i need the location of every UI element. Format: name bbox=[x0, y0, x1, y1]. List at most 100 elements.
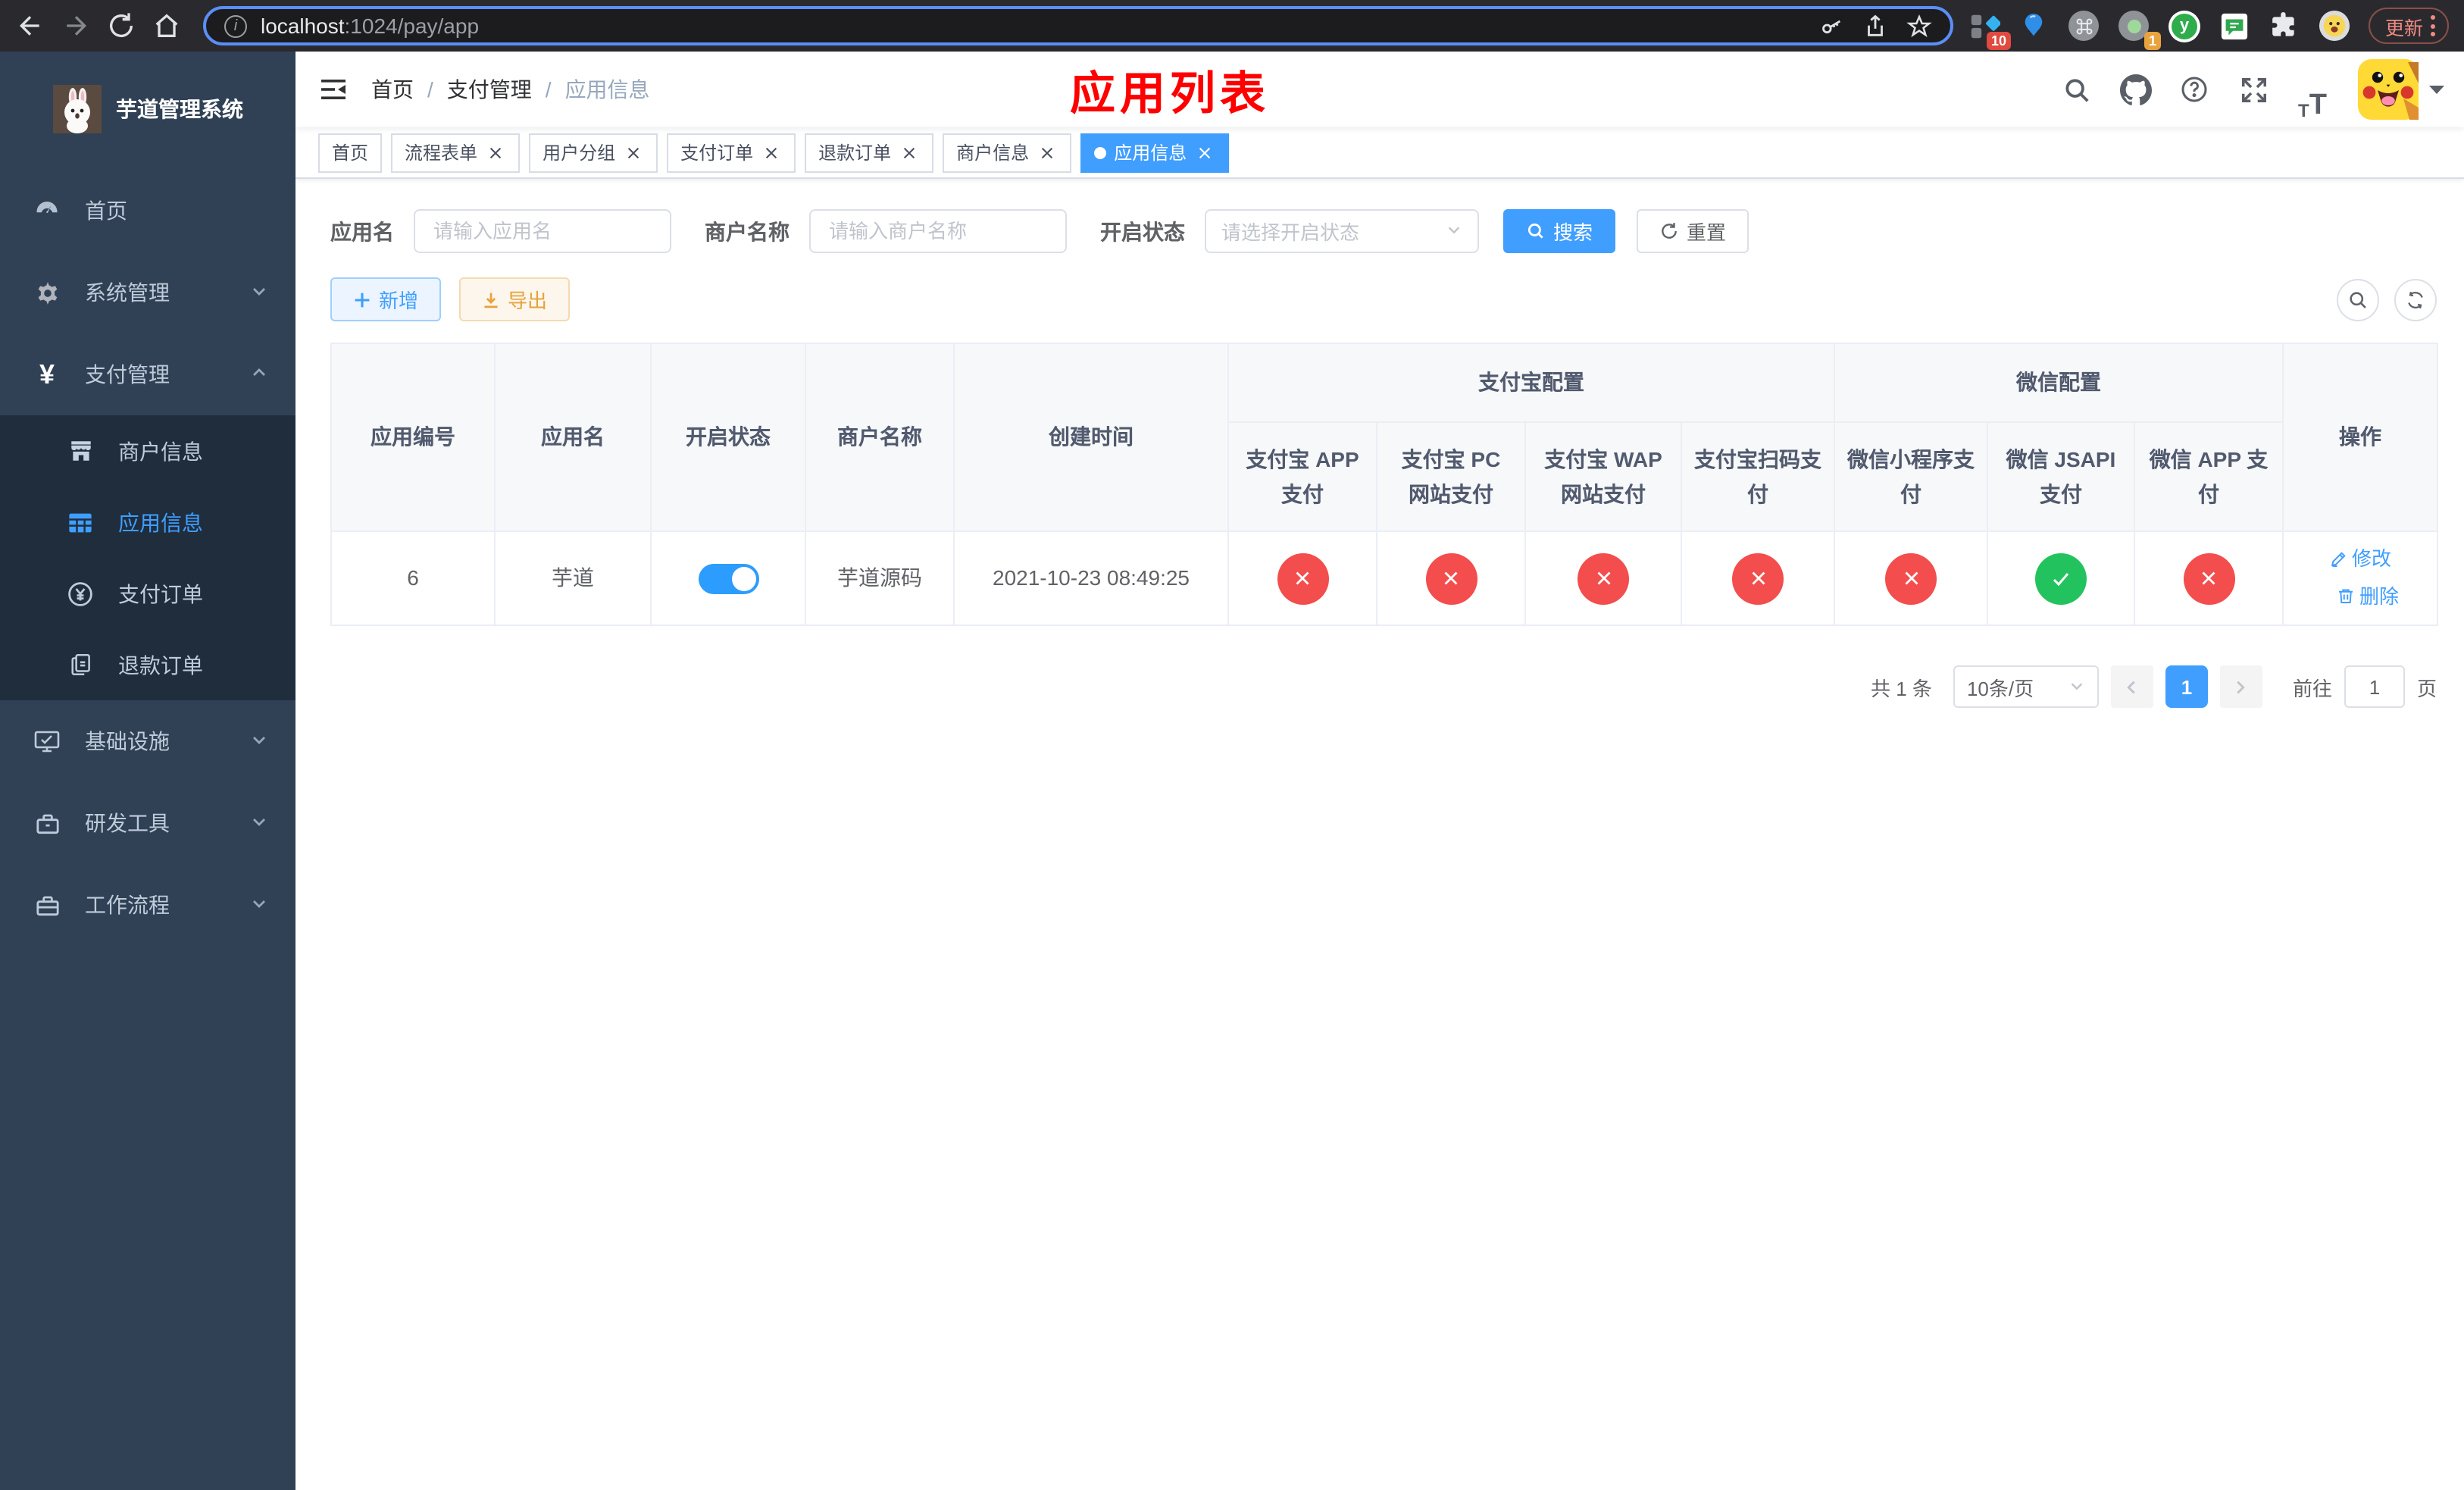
reset-button[interactable]: 重置 bbox=[1637, 209, 1750, 253]
sidebar-item-system[interactable]: 系统管理 bbox=[0, 252, 295, 333]
col-header-wechat-mini: 微信小程序支付 bbox=[1834, 421, 1988, 532]
dashboard-icon bbox=[30, 197, 64, 224]
tag-refund-orders[interactable]: 退款订单 bbox=[805, 133, 934, 172]
close-icon[interactable] bbox=[761, 142, 782, 163]
col-header-wechat-jsapi: 微信 JSAPI 支付 bbox=[1987, 421, 2135, 532]
home-icon[interactable] bbox=[152, 11, 182, 41]
close-icon[interactable] bbox=[899, 142, 920, 163]
monitor-icon bbox=[30, 728, 64, 755]
extension-y-logo-icon[interactable]: y bbox=[2168, 10, 2200, 42]
tag-home[interactable]: 首页 bbox=[318, 133, 383, 172]
tag-user-group[interactable]: 用户分组 bbox=[529, 133, 658, 172]
channel-status-icon bbox=[1277, 552, 1328, 604]
close-icon[interactable] bbox=[623, 142, 644, 163]
sidebar-item-home[interactable]: 首页 bbox=[0, 170, 295, 252]
site-info-icon[interactable]: i bbox=[224, 14, 247, 37]
sidebar-item-workflow[interactable]: 工作流程 bbox=[0, 864, 295, 946]
header-search-icon[interactable] bbox=[2053, 59, 2099, 120]
browser-update-button[interactable]: 更新 bbox=[2368, 8, 2449, 44]
navbar-tools: TT bbox=[2053, 59, 2464, 120]
browser-profile-avatar[interactable] bbox=[2319, 10, 2350, 42]
col-header-status: 开启状态 bbox=[650, 343, 806, 532]
col-header-alipay-qr: 支付宝扫码支付 bbox=[1681, 421, 1835, 532]
cell-actions: 修改 删除 bbox=[2282, 531, 2439, 626]
share-icon[interactable] bbox=[1862, 13, 1888, 39]
browser-menu-icon[interactable] bbox=[2431, 15, 2435, 36]
toggle-search-button[interactable] bbox=[2337, 278, 2379, 321]
reload-icon[interactable] bbox=[106, 11, 136, 41]
extension-balloon-icon[interactable] bbox=[2018, 10, 2050, 42]
extension-session-icon[interactable]: 1 bbox=[2118, 10, 2161, 49]
goto-page-input[interactable] bbox=[2344, 665, 2405, 708]
forward-icon[interactable] bbox=[61, 11, 91, 41]
col-header-app-id: 应用编号 bbox=[330, 343, 496, 532]
breadcrumb-home[interactable]: 首页 bbox=[371, 74, 414, 105]
fullscreen-icon[interactable] bbox=[2231, 59, 2276, 120]
sidebar-item-infrastructure[interactable]: 基础设施 bbox=[0, 700, 295, 782]
extension-command-icon[interactable] bbox=[2068, 10, 2100, 42]
cell-status bbox=[650, 531, 806, 626]
edit-link[interactable]: 修改 bbox=[2329, 541, 2391, 576]
export-button[interactable]: 导出 bbox=[459, 277, 571, 321]
tag-app-info-active[interactable]: 应用信息 bbox=[1080, 133, 1230, 172]
sidebar-collapse-icon[interactable] bbox=[295, 52, 371, 127]
close-icon[interactable] bbox=[1194, 142, 1215, 163]
sidebar-logo[interactable]: 芋道管理系统 bbox=[0, 52, 295, 158]
extension-apps-icon[interactable]: 10 bbox=[1968, 10, 2011, 49]
tag-pay-orders[interactable]: 支付订单 bbox=[667, 133, 796, 172]
sidebar-item-label: 首页 bbox=[85, 199, 127, 223]
next-page-button[interactable] bbox=[2219, 665, 2262, 708]
chevron-down-icon bbox=[250, 811, 268, 835]
yuan-circle-icon bbox=[64, 580, 97, 607]
yuan-icon: ¥ bbox=[39, 358, 55, 389]
col-header-app-name: 应用名 bbox=[494, 343, 652, 532]
bookmark-star-icon[interactable] bbox=[1906, 13, 1932, 39]
table-row: 6 芋道 芋道源码 2021-10-23 08:49:25 修改 删除 bbox=[330, 531, 2439, 626]
sidebar-item-pay-orders[interactable]: 支付订单 bbox=[0, 558, 295, 629]
extension-chat-icon[interactable] bbox=[2219, 10, 2250, 42]
app-name-input[interactable] bbox=[414, 209, 671, 253]
close-icon[interactable] bbox=[485, 142, 506, 163]
sidebar-item-label: 商户信息 bbox=[118, 439, 203, 463]
sidebar-item-merchant-info[interactable]: 商户信息 bbox=[0, 415, 295, 487]
back-icon[interactable] bbox=[15, 11, 45, 41]
chevron-down-icon bbox=[250, 280, 268, 305]
extension-area: 10 1 y 更新 bbox=[1968, 8, 2449, 49]
extensions-puzzle-icon[interactable] bbox=[2269, 10, 2300, 42]
github-icon[interactable] bbox=[2112, 59, 2158, 120]
enable-switch[interactable] bbox=[698, 564, 758, 595]
pagination-total: 共 1 条 bbox=[1871, 677, 1932, 700]
page-number-1[interactable]: 1 bbox=[2165, 665, 2208, 708]
tag-process-form[interactable]: 流程表单 bbox=[391, 133, 521, 172]
url-bar[interactable]: i localhost:1024/pay/app bbox=[203, 6, 1953, 45]
chevron-down-icon bbox=[2068, 675, 2085, 698]
add-button[interactable]: 新增 bbox=[330, 277, 442, 321]
sidebar-item-app-info[interactable]: 应用信息 bbox=[0, 487, 295, 558]
status-label: 开启状态 bbox=[1100, 219, 1185, 243]
merchant-name-input[interactable] bbox=[809, 209, 1067, 253]
user-avatar-menu[interactable] bbox=[2358, 59, 2446, 120]
sidebar-item-dev-tools[interactable]: 研发工具 bbox=[0, 782, 295, 864]
breadcrumb-payment[interactable]: 支付管理 bbox=[447, 74, 532, 105]
sidebar-item-payment[interactable]: ¥ 支付管理 bbox=[0, 333, 295, 415]
search-button[interactable]: 搜索 bbox=[1503, 209, 1616, 253]
help-icon[interactable] bbox=[2172, 59, 2217, 120]
refresh-table-button[interactable] bbox=[2394, 278, 2437, 321]
status-select[interactable]: 请选择开启状态 bbox=[1205, 209, 1479, 253]
prev-page-button[interactable] bbox=[2110, 665, 2153, 708]
download-icon bbox=[484, 292, 498, 308]
delete-link[interactable]: 删除 bbox=[2337, 578, 2399, 613]
tag-merchant-info[interactable]: 商户信息 bbox=[943, 133, 1072, 172]
close-icon[interactable] bbox=[1037, 142, 1058, 163]
channel-status-icon bbox=[2183, 552, 2234, 604]
channel-status-icon bbox=[1578, 552, 1629, 604]
cell-merchant: 芋道源码 bbox=[805, 531, 955, 626]
password-key-icon[interactable] bbox=[1818, 13, 1844, 39]
font-size-icon[interactable]: TT bbox=[2290, 59, 2335, 120]
sidebar-item-refund-orders[interactable]: 退款订单 bbox=[0, 629, 295, 700]
page-size-select[interactable]: 10条/页 bbox=[1953, 665, 2099, 708]
cell-app-name: 芋道 bbox=[494, 531, 652, 626]
pagination: 共 1 条 10条/页 1 前往 页 bbox=[330, 665, 2437, 708]
page-title: 应用列表 bbox=[1070, 70, 1270, 120]
table-grid-icon bbox=[64, 509, 97, 536]
